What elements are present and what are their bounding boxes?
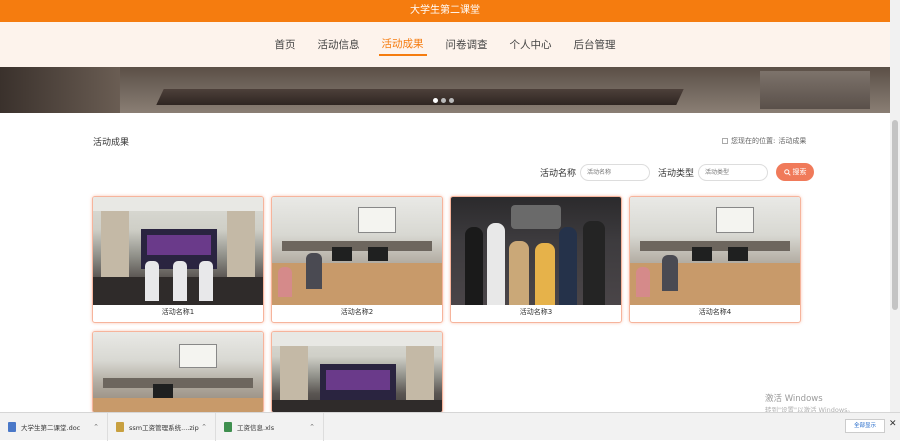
search-button-label: 搜索 — [792, 168, 807, 176]
result-card[interactable] — [271, 331, 443, 413]
chevron-up-icon[interactable]: ⌃ — [201, 423, 207, 431]
type-label: 活动类型 — [658, 168, 695, 179]
result-photo[interactable] — [630, 197, 800, 305]
result-photo[interactable] — [93, 332, 263, 412]
chevron-up-icon[interactable]: ⌃ — [309, 423, 315, 431]
nav-admin[interactable]: 后台管理 — [571, 35, 619, 55]
nav-home[interactable]: 首页 — [272, 35, 299, 55]
windows-activation-title: 激活 Windows — [765, 394, 823, 404]
activity-name-input[interactable] — [580, 163, 651, 181]
search-button[interactable]: 搜索 — [776, 163, 815, 181]
download-name: 工资信息.xls — [237, 423, 275, 432]
banner-decor — [760, 71, 870, 109]
result-photo[interactable] — [272, 332, 442, 412]
banner-carousel — [0, 67, 890, 113]
result-card[interactable]: 活动名称2 — [271, 196, 443, 323]
download-bar: 大学生第二课堂.doc ⌃ ssm工资管理系统....zip ⌃ 工资信息.xl… — [0, 412, 900, 441]
carousel-dot[interactable] — [441, 98, 446, 103]
doc-file-icon — [8, 421, 16, 432]
result-photo[interactable] — [93, 197, 263, 305]
carousel-dots — [433, 98, 454, 103]
breadcrumb-current[interactable]: 活动成果 — [778, 136, 806, 146]
nav-activity-info[interactable]: 活动信息 — [315, 35, 363, 55]
download-item[interactable]: ssm工资管理系统....zip ⌃ — [108, 412, 216, 441]
site-title-bar: 大学生第二课堂 — [0, 0, 890, 22]
banner-decor — [156, 89, 684, 105]
nav-survey[interactable]: 问卷调查 — [443, 35, 491, 55]
download-item[interactable]: 大学生第二课堂.doc ⌃ — [0, 412, 108, 441]
result-caption[interactable]: 活动名称1 — [93, 307, 263, 317]
vertical-scrollbar[interactable] — [890, 0, 900, 412]
section-title: 活动成果 — [93, 138, 130, 148]
search-icon — [783, 168, 791, 176]
nav-activity-results[interactable]: 活动成果 — [378, 34, 427, 56]
carousel-dot[interactable] — [449, 98, 454, 103]
show-all-downloads-button[interactable]: 全部显示 — [845, 419, 885, 433]
nav-personal-center[interactable]: 个人中心 — [507, 35, 555, 55]
zip-file-icon — [116, 421, 124, 432]
breadcrumb: 您现在的位置: 活动成果 — [722, 136, 806, 146]
home-icon — [722, 138, 728, 144]
xls-file-icon — [224, 421, 232, 432]
carousel-dot[interactable] — [433, 98, 438, 103]
search-bar: 活动名称 活动类型 搜索 — [540, 163, 815, 181]
download-item[interactable]: 工资信息.xls ⌃ — [216, 412, 324, 441]
banner-decor — [0, 67, 120, 113]
result-caption[interactable]: 活动名称3 — [451, 307, 621, 317]
name-label: 活动名称 — [540, 168, 577, 179]
close-icon[interactable]: ✕ — [889, 419, 897, 429]
download-name: 大学生第二课堂.doc — [21, 423, 81, 432]
result-card[interactable]: 活动名称1 — [92, 196, 264, 323]
site-title: 大学生第二课堂 — [410, 5, 480, 16]
breadcrumb-prefix: 您现在的位置: — [731, 137, 776, 145]
result-caption[interactable]: 活动名称2 — [272, 307, 442, 317]
result-card[interactable]: 活动名称4 — [629, 196, 801, 323]
download-name: ssm工资管理系统....zip — [129, 423, 199, 432]
result-photo[interactable] — [451, 197, 621, 305]
chevron-up-icon[interactable]: ⌃ — [93, 423, 99, 431]
result-card[interactable]: 活动名称3 — [450, 196, 622, 323]
main-nav: 首页 活动信息 活动成果 问卷调查 个人中心 后台管理 — [0, 22, 890, 67]
result-caption[interactable]: 活动名称4 — [630, 307, 800, 317]
result-photo[interactable] — [272, 197, 442, 305]
result-card[interactable] — [92, 331, 264, 413]
activity-type-input[interactable] — [698, 163, 769, 181]
scrollbar-thumb[interactable] — [892, 120, 898, 310]
